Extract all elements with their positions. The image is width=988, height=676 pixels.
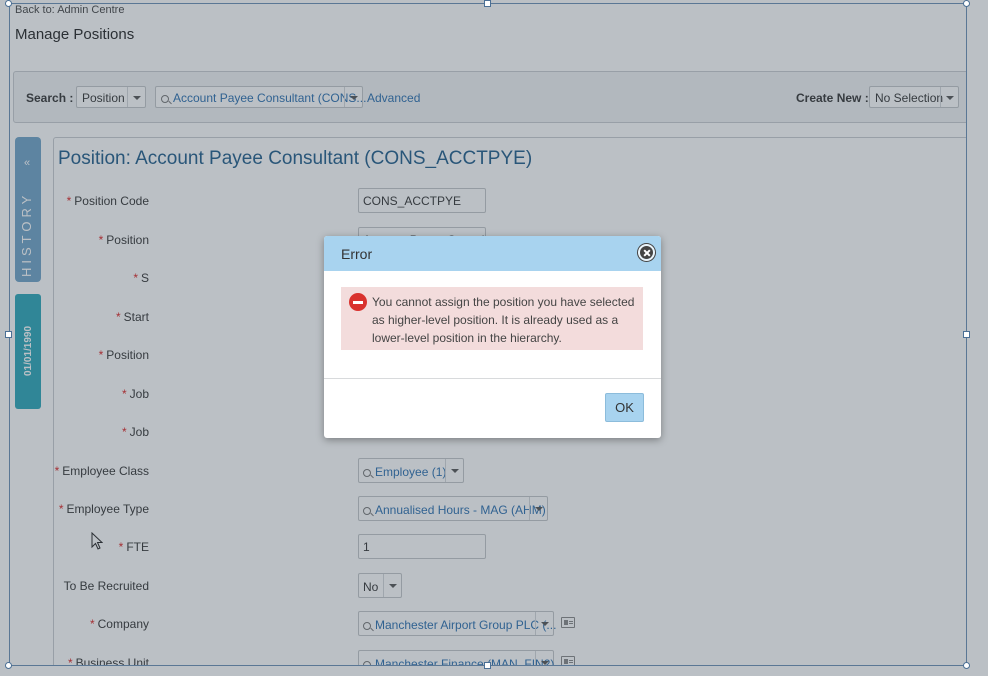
resize-handle[interactable] [5, 0, 12, 7]
resize-handle[interactable] [963, 662, 970, 669]
close-icon[interactable] [638, 244, 655, 261]
error-message: You cannot assign the position you have … [372, 295, 635, 345]
divider [324, 378, 661, 379]
error-dialog: Error You cannot assign the position you… [324, 236, 661, 438]
dialog-title: Error [341, 246, 373, 262]
ok-button[interactable]: OK [605, 393, 644, 422]
dialog-header: Error [324, 236, 661, 271]
resize-handle[interactable] [484, 0, 491, 7]
resize-handle[interactable] [484, 662, 491, 669]
error-message-box: You cannot assign the position you have … [341, 287, 643, 350]
resize-handle[interactable] [5, 331, 12, 338]
resize-handle[interactable] [5, 662, 12, 669]
error-icon [349, 293, 367, 311]
resize-handle[interactable] [963, 0, 970, 7]
resize-handle[interactable] [963, 331, 970, 338]
